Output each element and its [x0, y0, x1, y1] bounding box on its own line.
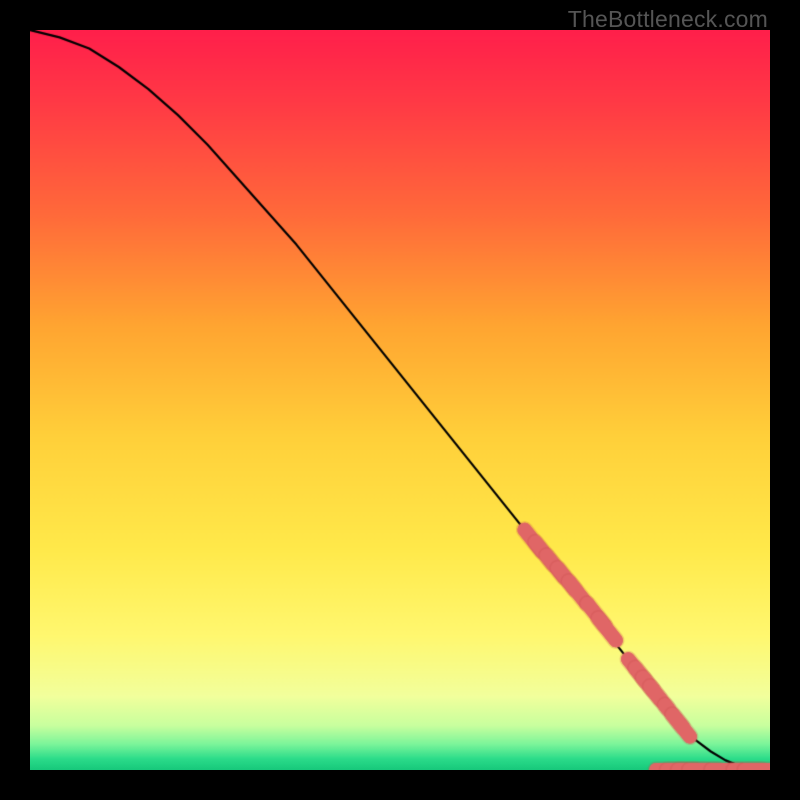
watermark-text: TheBottleneck.com — [568, 6, 768, 33]
chart-frame — [30, 30, 770, 770]
chart-curve-layer — [30, 30, 770, 770]
